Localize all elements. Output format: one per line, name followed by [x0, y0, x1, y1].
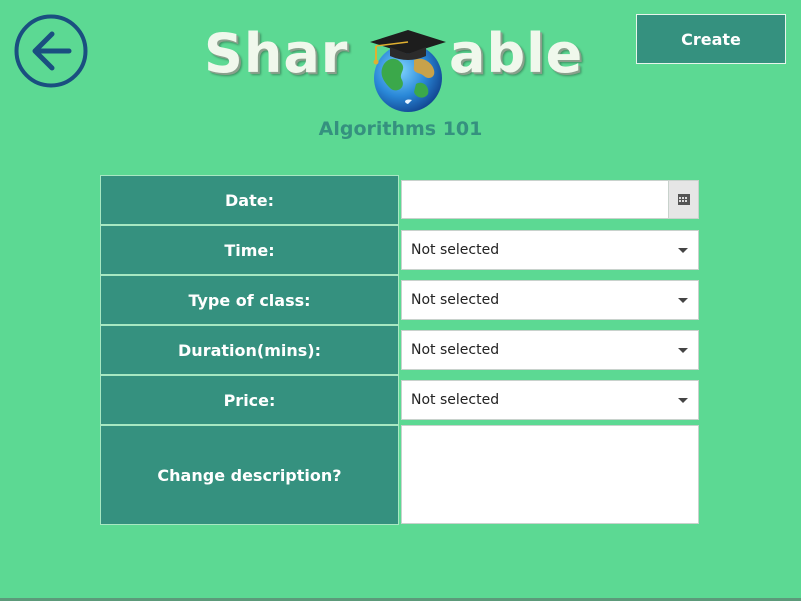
- time-select-value: Not selected: [411, 242, 500, 258]
- chevron-down-icon: [678, 248, 688, 253]
- duration-select-value: Not selected: [411, 342, 500, 358]
- duration-label: Duration(mins):: [100, 325, 399, 375]
- logo-text-right: able: [449, 22, 584, 85]
- calendar-button[interactable]: [668, 181, 698, 218]
- chevron-down-icon: [678, 298, 688, 303]
- back-button[interactable]: [14, 14, 88, 88]
- price-label: Price:: [100, 375, 399, 425]
- chevron-down-icon: [678, 348, 688, 353]
- calendar-icon: [677, 194, 690, 205]
- course-title: Algorithms 101: [318, 118, 483, 140]
- time-select[interactable]: Not selected: [401, 230, 699, 270]
- arrow-left-circle-icon: [14, 14, 88, 88]
- create-button[interactable]: Create: [636, 14, 786, 64]
- price-select-value: Not selected: [411, 392, 500, 408]
- logo-text-left: Shar: [204, 22, 349, 85]
- date-picker[interactable]: [401, 180, 699, 219]
- type-of-class-label: Type of class:: [100, 275, 399, 325]
- date-label: Date:: [100, 175, 399, 225]
- globe-graduation-cap-icon: [370, 30, 446, 112]
- type-of-class-select-value: Not selected: [411, 292, 500, 308]
- type-of-class-select[interactable]: Not selected: [401, 280, 699, 320]
- time-label: Time:: [100, 225, 399, 275]
- duration-select[interactable]: Not selected: [401, 330, 699, 370]
- description-textarea[interactable]: [401, 425, 699, 524]
- description-label: Change description?: [100, 425, 399, 525]
- chevron-down-icon: [678, 398, 688, 403]
- app-logo: Shar able: [196, 14, 604, 112]
- price-select[interactable]: Not selected: [401, 380, 699, 420]
